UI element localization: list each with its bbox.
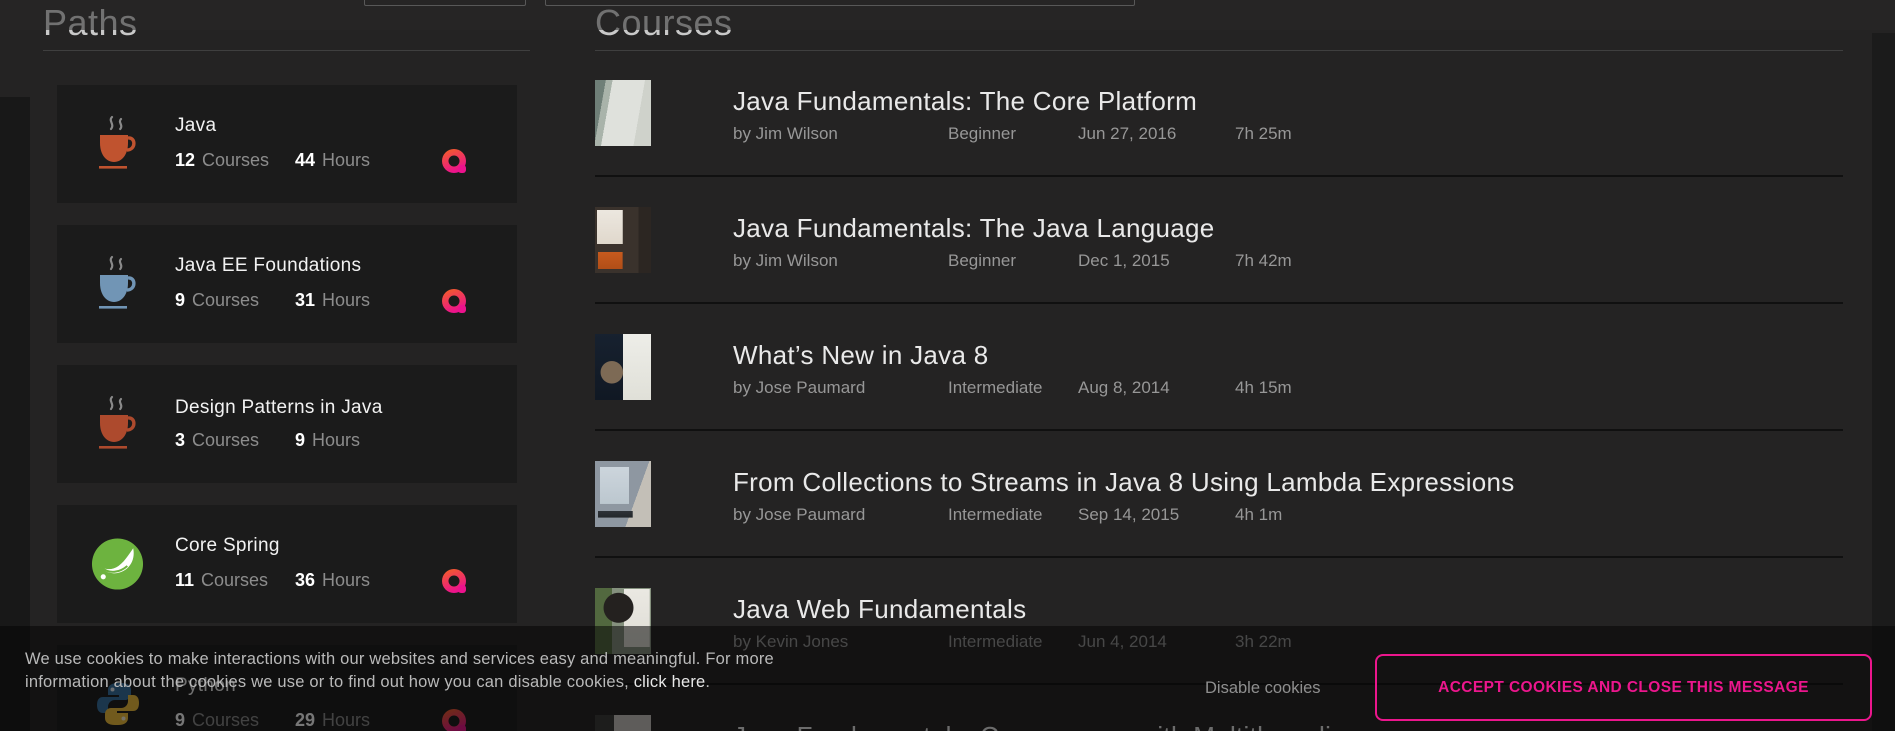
cookie-notice-bar: We use cookies to make interactions with… xyxy=(0,626,1895,731)
path-quality-badge-icon xyxy=(441,568,467,594)
course-title: Java Web Fundamentals xyxy=(733,594,1026,625)
path-stats: 12 Courses 44 Hours xyxy=(175,148,517,174)
course-thumbnail xyxy=(595,461,651,527)
path-stats: 3 Courses 9 Hours xyxy=(175,430,517,451)
paths-heading-rule xyxy=(43,50,530,51)
course-date: Jun 27, 2016 xyxy=(1078,124,1235,144)
course-date: Dec 1, 2015 xyxy=(1078,251,1235,271)
course-count-label: Courses xyxy=(202,150,269,171)
path-card-design-patterns-in-java[interactable]: Design Patterns in Java 3 Courses 9 Hours xyxy=(57,365,517,483)
courses-heading-rule xyxy=(595,50,1843,51)
path-title: Java EE Foundations xyxy=(175,255,517,277)
course-count: 11 xyxy=(175,570,194,591)
path-stats: 11 Courses 36 Hours xyxy=(175,568,517,594)
coffee-cup-rust-icon xyxy=(90,393,145,455)
course-date: Sep 14, 2015 xyxy=(1078,505,1235,525)
course-author: by Jim Wilson xyxy=(733,251,948,271)
course-meta: by Jose Paumard Intermediate Sep 14, 201… xyxy=(733,505,1282,525)
row-separator xyxy=(595,429,1843,431)
path-title: Design Patterns in Java xyxy=(175,397,517,419)
path-title: Java xyxy=(175,115,517,137)
row-separator xyxy=(595,302,1843,304)
course-meta: by Jose Paumard Intermediate Aug 8, 2014… xyxy=(733,378,1292,398)
cookie-message: We use cookies to make interactions with… xyxy=(25,648,774,694)
hour-count: 36 xyxy=(295,570,315,591)
course-title: From Collections to Streams in Java 8 Us… xyxy=(733,467,1515,498)
course-row-java-fundamentals-core-platform[interactable]: Java Fundamentals: The Core Platform by … xyxy=(595,80,1872,150)
cookie-message-period: . xyxy=(705,673,710,691)
course-duration: 7h 25m xyxy=(1235,124,1292,144)
sticky-header-band xyxy=(0,0,1895,30)
hour-count: 9 xyxy=(295,430,305,451)
course-level: Intermediate xyxy=(948,505,1078,525)
spring-leaf-icon xyxy=(90,533,145,595)
row-separator xyxy=(595,175,1843,177)
path-card-java[interactable]: Java 12 Courses 44 Hours xyxy=(57,85,517,203)
course-row-whats-new-in-java-8[interactable]: What’s New in Java 8 by Jose Paumard Int… xyxy=(595,334,1872,404)
path-stats: 9 Courses 31 Hours xyxy=(175,288,517,314)
search-results-page: Paths Java 12Courses 44Hours xyxy=(0,0,1895,731)
hour-count-label: Hours xyxy=(322,290,370,311)
hour-count: 44 xyxy=(295,150,315,171)
course-count: 9 xyxy=(175,290,185,311)
course-row-collections-to-streams-lambda[interactable]: From Collections to Streams in Java 8 Us… xyxy=(595,461,1872,531)
path-quality-badge-icon xyxy=(441,288,467,314)
disable-cookies-link[interactable]: Disable cookies xyxy=(1205,679,1321,698)
course-thumbnail xyxy=(595,334,651,400)
course-count-label: Courses xyxy=(192,290,259,311)
hour-count-label: Hours xyxy=(322,150,370,171)
course-level: Beginner xyxy=(948,251,1078,271)
course-count: 12 xyxy=(175,150,195,171)
top-tab-partial-1[interactable] xyxy=(364,0,526,6)
coffee-cup-red-icon xyxy=(90,113,145,175)
cookie-message-line2: information about the cookies we use or … xyxy=(25,673,634,691)
top-tab-partial-2[interactable] xyxy=(545,0,1135,6)
course-duration: 4h 1m xyxy=(1235,505,1282,525)
course-author: by Jose Paumard xyxy=(733,505,948,525)
course-thumbnail xyxy=(595,207,651,273)
path-card-core-spring[interactable]: Core Spring 11 Courses 36 Hours xyxy=(57,505,517,623)
course-count: 3 xyxy=(175,430,185,451)
cookie-message-line1: We use cookies to make interactions with… xyxy=(25,650,774,668)
path-title: Core Spring xyxy=(175,535,517,557)
course-count-label: Courses xyxy=(192,430,259,451)
course-duration: 4h 15m xyxy=(1235,378,1292,398)
path-card-java-ee-foundations[interactable]: Java EE Foundations 9 Courses 31 Hours xyxy=(57,225,517,343)
course-level: Intermediate xyxy=(948,378,1078,398)
course-duration: 7h 42m xyxy=(1235,251,1292,271)
course-meta: by Jim Wilson Beginner Jun 27, 2016 7h 2… xyxy=(733,124,1292,144)
course-title: What’s New in Java 8 xyxy=(733,340,989,371)
coffee-cup-blue-icon xyxy=(90,253,145,315)
course-thumbnail xyxy=(595,80,651,146)
row-separator xyxy=(595,556,1843,558)
hour-count-label: Hours xyxy=(312,430,360,451)
course-row-java-fundamentals-java-language[interactable]: Java Fundamentals: The Java Language by … xyxy=(595,207,1872,277)
course-count-label: Courses xyxy=(201,570,268,591)
hour-count-label: Hours xyxy=(322,570,370,591)
course-author: by Jose Paumard xyxy=(733,378,948,398)
course-meta: by Jim Wilson Beginner Dec 1, 2015 7h 42… xyxy=(733,251,1292,271)
course-title: Java Fundamentals: The Core Platform xyxy=(733,86,1197,117)
path-quality-badge-icon xyxy=(441,148,467,174)
accept-cookies-button[interactable]: ACCEPT COOKIES AND CLOSE THIS MESSAGE xyxy=(1375,654,1872,721)
hour-count: 31 xyxy=(295,290,315,311)
course-date: Aug 8, 2014 xyxy=(1078,378,1235,398)
cookie-click-here-link[interactable]: click here xyxy=(634,673,706,691)
course-level: Beginner xyxy=(948,124,1078,144)
course-author: by Jim Wilson xyxy=(733,124,948,144)
course-title: Java Fundamentals: The Java Language xyxy=(733,213,1215,244)
